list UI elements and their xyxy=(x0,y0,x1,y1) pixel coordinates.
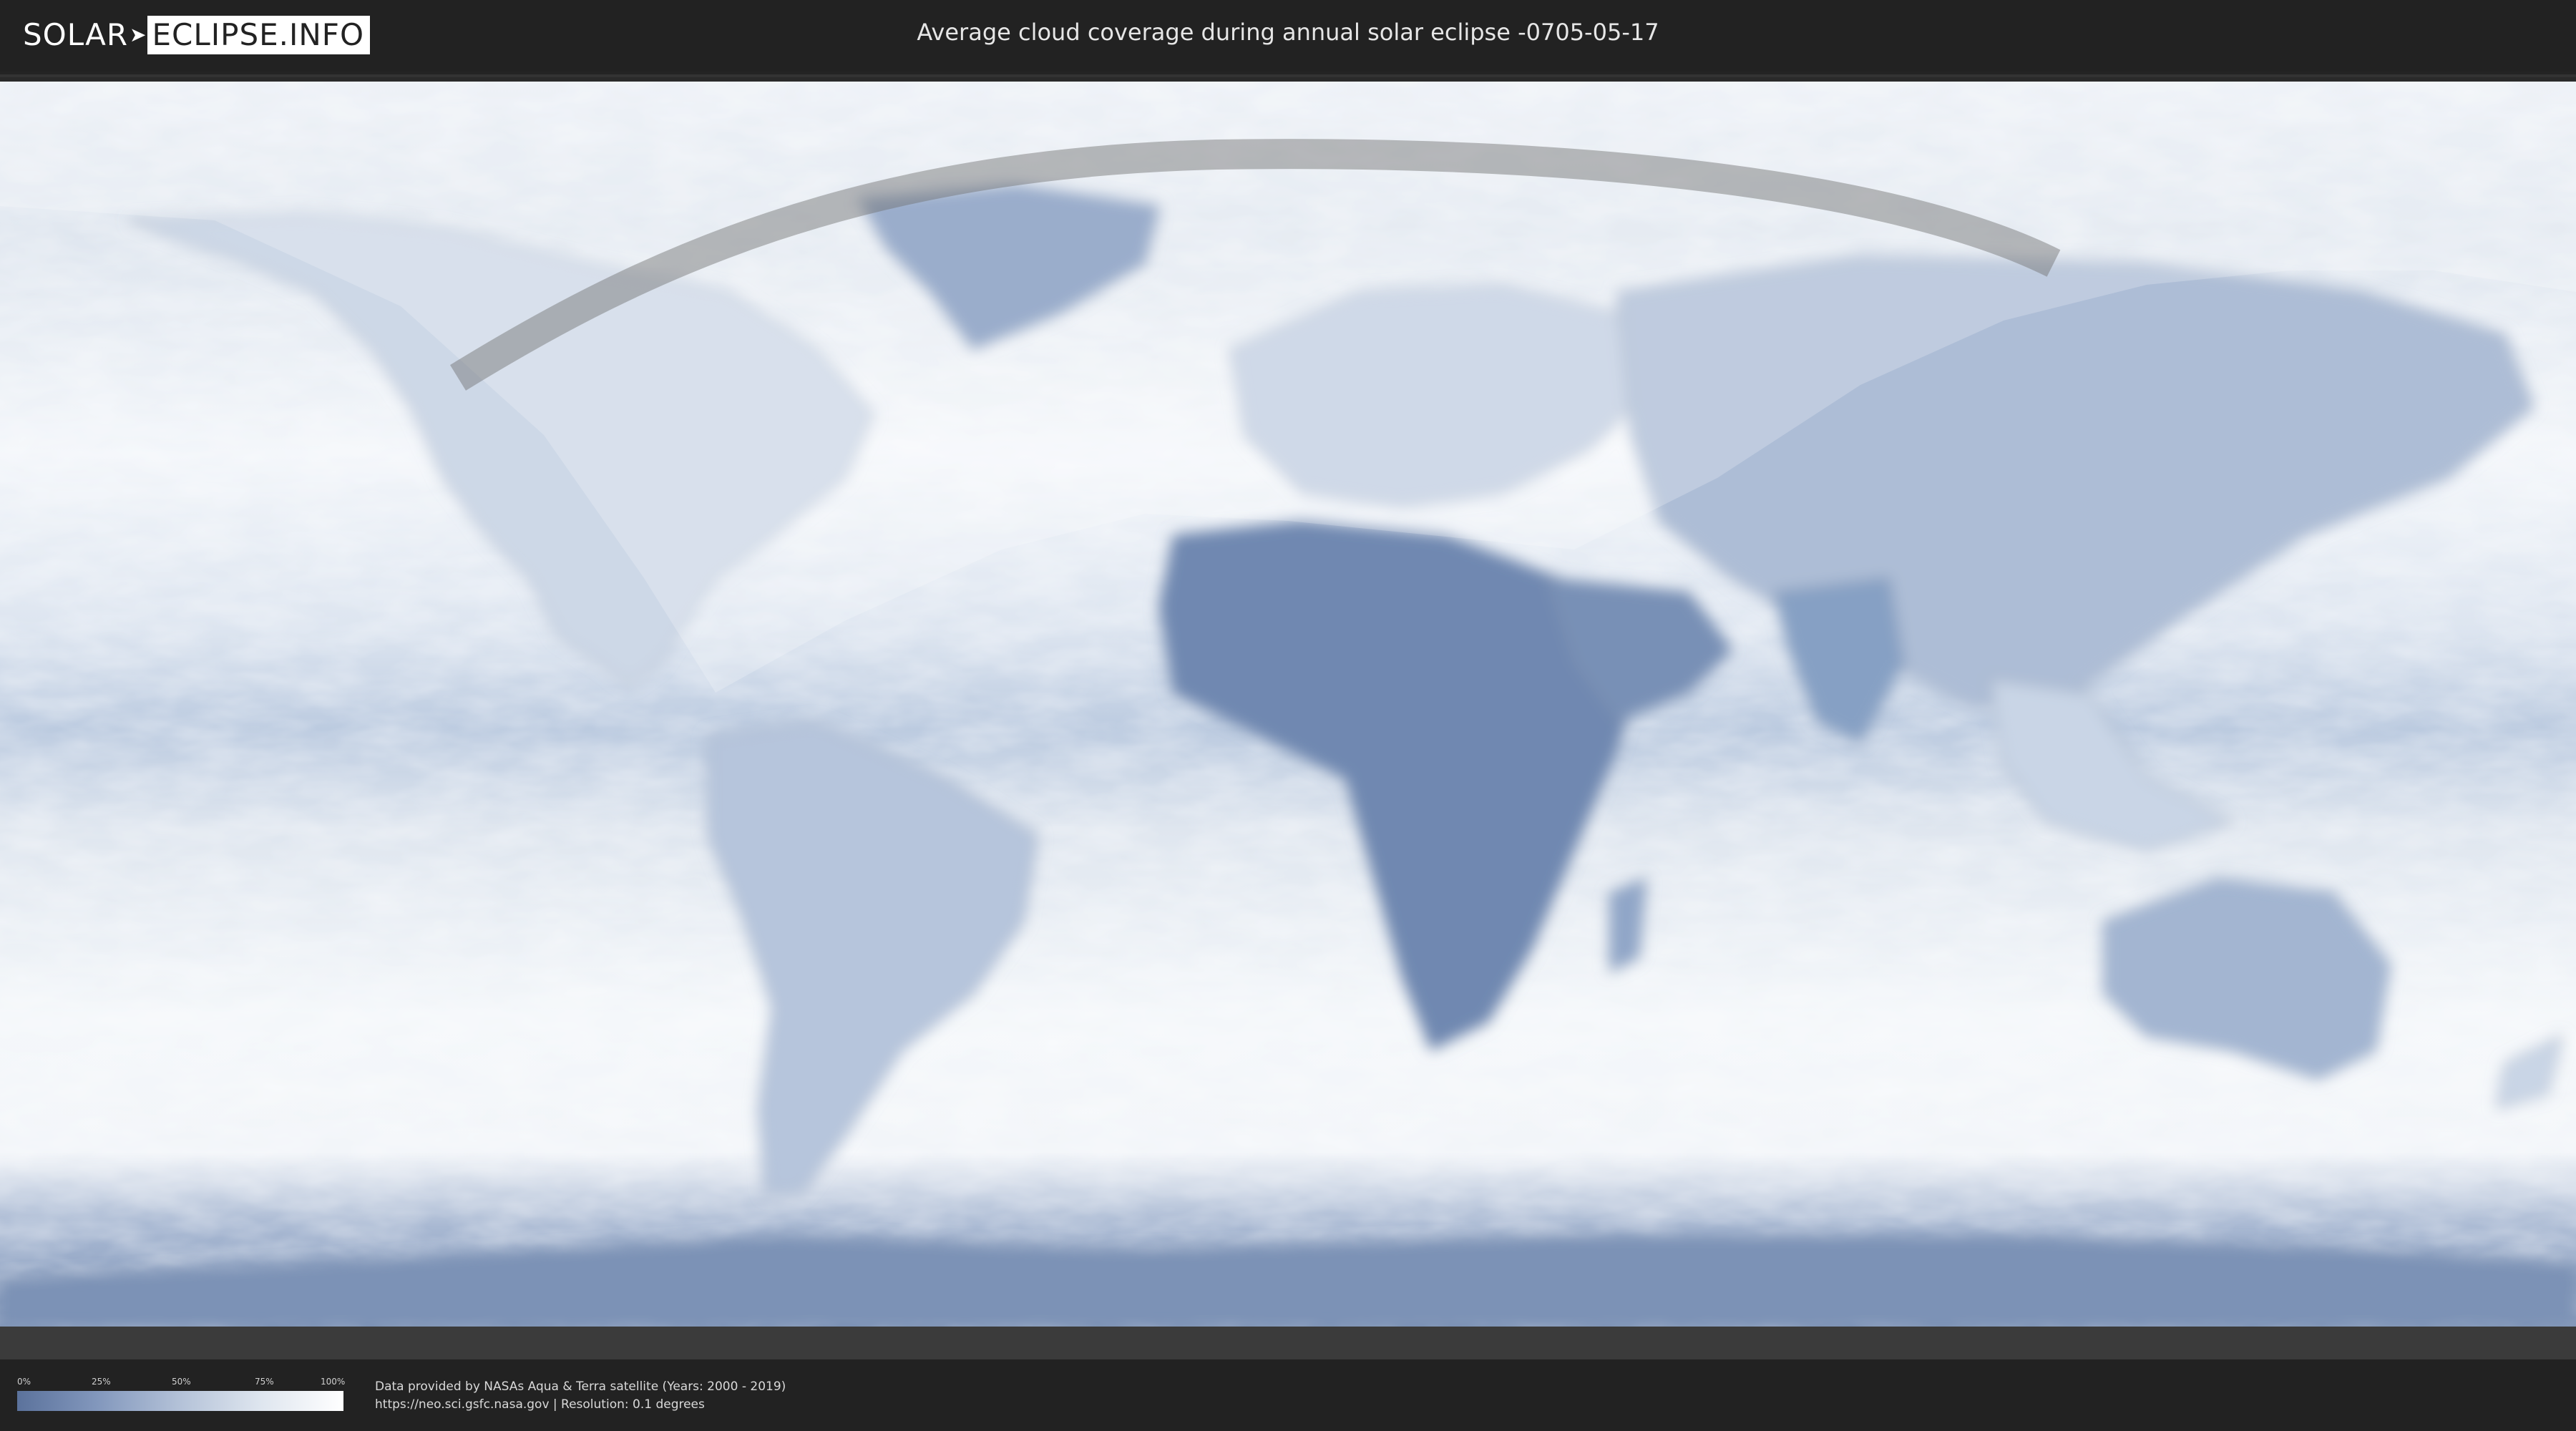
page-title: Average cloud coverage during annual sol… xyxy=(917,19,1659,46)
legend-tick-50: 50% xyxy=(172,1377,191,1387)
map-canvas xyxy=(0,82,2576,1362)
cloud-coverage-map[interactable] xyxy=(0,74,2576,1362)
header-bar: SOLAR ➤ ECLIPSE.INFO Average cloud cover… xyxy=(0,0,2576,72)
legend-tick-75: 75% xyxy=(255,1377,274,1387)
data-credits: Data provided by NASAs Aqua & Terra sate… xyxy=(375,1378,786,1414)
legend-color-bar xyxy=(17,1391,343,1411)
legend-tick-100: 100% xyxy=(321,1377,346,1387)
credits-line-1: Data provided by NASAs Aqua & Terra sate… xyxy=(375,1379,786,1394)
footer-bar: 0% 25% 50% 75% 100% Data provided by NAS… xyxy=(0,1359,2576,1431)
legend-tick-0: 0% xyxy=(17,1377,31,1387)
credits-line-2: https://neo.sci.gsfc.nasa.gov | Resoluti… xyxy=(375,1397,705,1412)
cloud-coverage-legend: 0% 25% 50% 75% 100% xyxy=(17,1377,346,1415)
legend-tick-25: 25% xyxy=(92,1377,111,1387)
map-bottom-edge xyxy=(0,1327,2576,1362)
